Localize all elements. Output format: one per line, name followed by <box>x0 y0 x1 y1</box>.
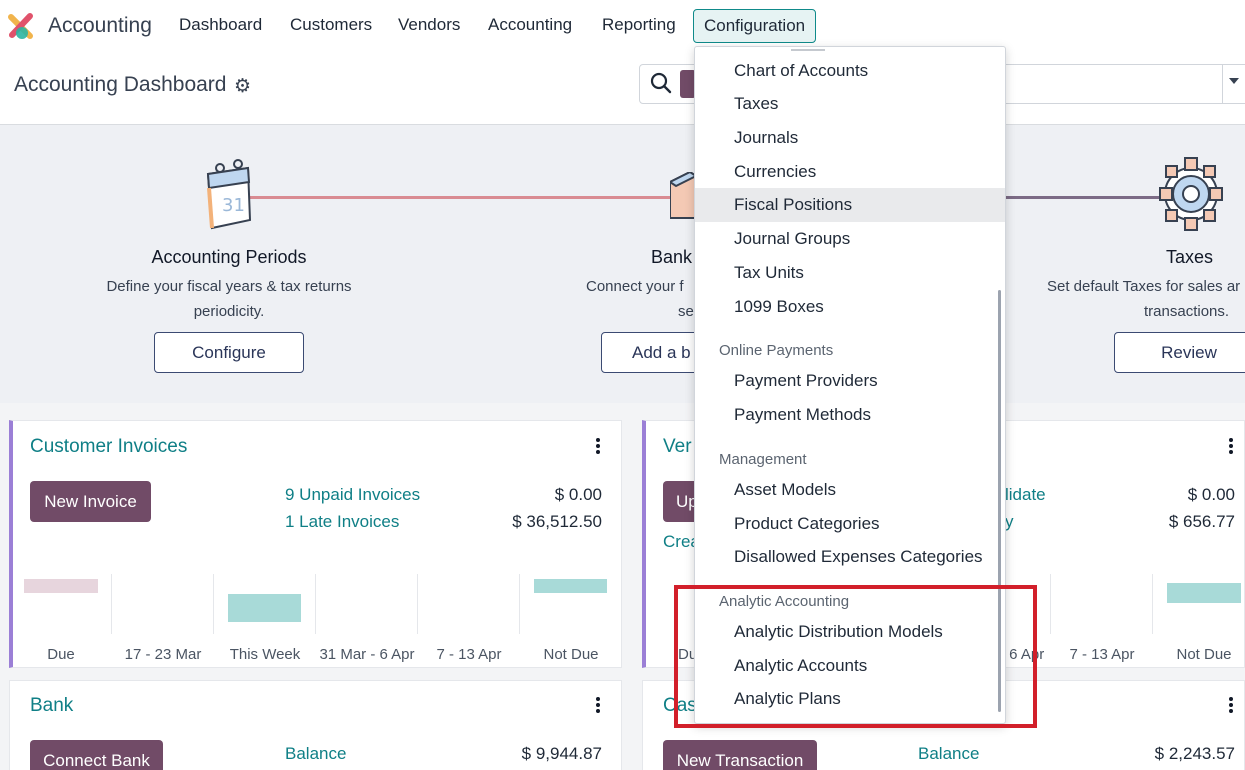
to-validate-link[interactable]: lidate <box>1005 485 1046 505</box>
step-title: Bank <box>651 247 693 267</box>
menu-item-1099-boxes[interactable]: 1099 Boxes <box>695 290 1005 324</box>
menu-item-journal-groups[interactable]: Journal Groups <box>695 222 1005 256</box>
caret-down-icon <box>1229 78 1239 84</box>
search-options-toggle[interactable] <box>1222 65 1245 103</box>
app-name[interactable]: Accounting <box>48 14 152 38</box>
step-title: Accounting Periods <box>151 247 307 267</box>
cog-icon <box>1159 157 1223 231</box>
late-invoices-link[interactable]: 1 Late Invoices <box>285 512 399 532</box>
kebab-menu-icon[interactable] <box>596 697 600 715</box>
amount: $ 656.77 <box>1168 512 1235 531</box>
graph-bar[interactable] <box>228 594 301 622</box>
balance-link[interactable]: Balance <box>285 744 346 764</box>
new-transaction-button[interactable]: New Transaction <box>663 740 817 770</box>
menu-item-fiscal-positions[interactable]: Fiscal Positions <box>695 188 1005 222</box>
graph-gridline <box>1152 574 1153 634</box>
graph-gridline <box>213 574 214 634</box>
step-description: se <box>678 303 694 320</box>
amount: $ 0.00 <box>554 485 602 504</box>
kebab-menu-icon[interactable] <box>1229 697 1233 715</box>
section-header-online-payments: Online Payments <box>719 342 834 359</box>
nav-reporting[interactable]: Reporting <box>602 15 676 35</box>
graph-label: 7 - 13 Apr <box>436 646 502 663</box>
configuration-dropdown: Chart of Accounts Taxes Journals Currenc… <box>694 46 1006 724</box>
section-header-analytic-accounting: Analytic Accounting <box>719 593 850 610</box>
app-logo-icon[interactable] <box>8 12 36 40</box>
balance-link[interactable]: Balance <box>918 744 979 764</box>
graph-label: 7 - 13 Apr <box>1069 646 1135 663</box>
review-button[interactable]: Review <box>1114 332 1245 373</box>
graph-label: Not Due <box>543 646 599 663</box>
step-title: Taxes <box>1166 247 1214 267</box>
nav-customers[interactable]: Customers <box>290 15 372 35</box>
menu-item-analytic-accounts[interactable]: Analytic Accounts <box>695 649 1005 683</box>
dropdown-scrollbar[interactable] <box>998 290 1001 712</box>
step-description: Set default Taxes for sales ar <box>1047 278 1241 295</box>
progress-line <box>250 196 670 199</box>
card-title[interactable]: Ver <box>663 436 692 458</box>
menu-item-analytic-distribution-models[interactable]: Analytic Distribution Models <box>695 615 1005 649</box>
clipped-item <box>791 47 825 51</box>
menu-item-asset-models[interactable]: Asset Models <box>695 473 1005 507</box>
graph-gridline <box>315 574 316 634</box>
graph-label: This Week <box>229 646 301 663</box>
menu-item-journals[interactable]: Journals <box>695 121 1005 155</box>
graph-gridline <box>417 574 418 634</box>
graph-gridline <box>1050 574 1051 634</box>
amount: $ 0.00 <box>1187 485 1235 504</box>
gear-icon[interactable]: ⚙ <box>234 75 251 98</box>
menu-item-chart-of-accounts[interactable]: Chart of Accounts <box>695 54 1005 88</box>
step-description: Connect your f <box>586 278 684 295</box>
amount: $ 2,243.57 <box>1154 744 1235 763</box>
nav-accounting[interactable]: Accounting <box>488 15 572 35</box>
menu-item-taxes[interactable]: Taxes <box>695 87 1005 121</box>
amount: $ 9,944.87 <box>521 744 602 763</box>
menu-item-tax-units[interactable]: Tax Units <box>695 256 1005 290</box>
graph-gridline <box>519 574 520 634</box>
graph-label: Due <box>47 646 75 663</box>
new-invoice-button[interactable]: New Invoice <box>30 481 151 522</box>
graph-bar[interactable] <box>534 579 607 593</box>
kebab-menu-icon[interactable] <box>1229 438 1233 456</box>
configure-button[interactable]: Configure <box>154 332 304 373</box>
nav-dashboard[interactable]: Dashboard <box>179 15 262 35</box>
progress-line <box>1005 196 1165 199</box>
graph-label: 17 - 23 Mar <box>124 646 202 663</box>
search-icon[interactable] <box>650 72 672 94</box>
graph-label: Not Due <box>1176 646 1232 663</box>
card-title[interactable]: Customer Invoices <box>30 436 187 458</box>
menu-item-currencies[interactable]: Currencies <box>695 155 1005 189</box>
page-title: Accounting Dashboard <box>14 73 227 96</box>
menu-item-disallowed-expenses-categories[interactable]: Disallowed Expenses Categories <box>695 540 1005 574</box>
graph-gridline <box>111 574 112 634</box>
svg-text:31: 31 <box>222 195 245 216</box>
nav-configuration[interactable]: Configuration <box>693 9 817 43</box>
section-header-management: Management <box>719 451 807 468</box>
card-title[interactable]: Cas <box>663 695 697 717</box>
step-description: Define your fiscal years & tax returns <box>106 278 352 295</box>
unpaid-invoices-link[interactable]: 9 Unpaid Invoices <box>285 485 420 505</box>
nav-vendors[interactable]: Vendors <box>398 15 460 35</box>
menu-item-payment-providers[interactable]: Payment Providers <box>695 364 1005 398</box>
menu-item-analytic-plans[interactable]: Analytic Plans <box>695 682 1005 716</box>
graph-bar[interactable] <box>24 579 98 593</box>
graph-label: 31 Mar - 6 Apr <box>319 646 415 663</box>
card-title[interactable]: Bank <box>30 695 73 717</box>
menu-item-payment-methods[interactable]: Payment Methods <box>695 398 1005 432</box>
step-description: transactions. <box>1144 303 1230 320</box>
amount: $ 36,512.50 <box>512 512 602 531</box>
calendar-icon: 31 <box>206 159 252 230</box>
menu-item-product-categories[interactable]: Product Categories <box>695 507 1005 541</box>
bank-icon <box>670 172 696 219</box>
kebab-menu-icon[interactable] <box>596 438 600 456</box>
graph-bar[interactable] <box>1167 583 1241 603</box>
connect-bank-button[interactable]: Connect Bank <box>30 740 163 770</box>
top-navbar: Accounting Dashboard Customers Vendors A… <box>0 0 1245 52</box>
step-description: periodicity. <box>193 303 265 320</box>
graph-label: - 6 Apr <box>1000 646 1045 663</box>
late-bills-link[interactable]: y <box>1005 512 1014 532</box>
